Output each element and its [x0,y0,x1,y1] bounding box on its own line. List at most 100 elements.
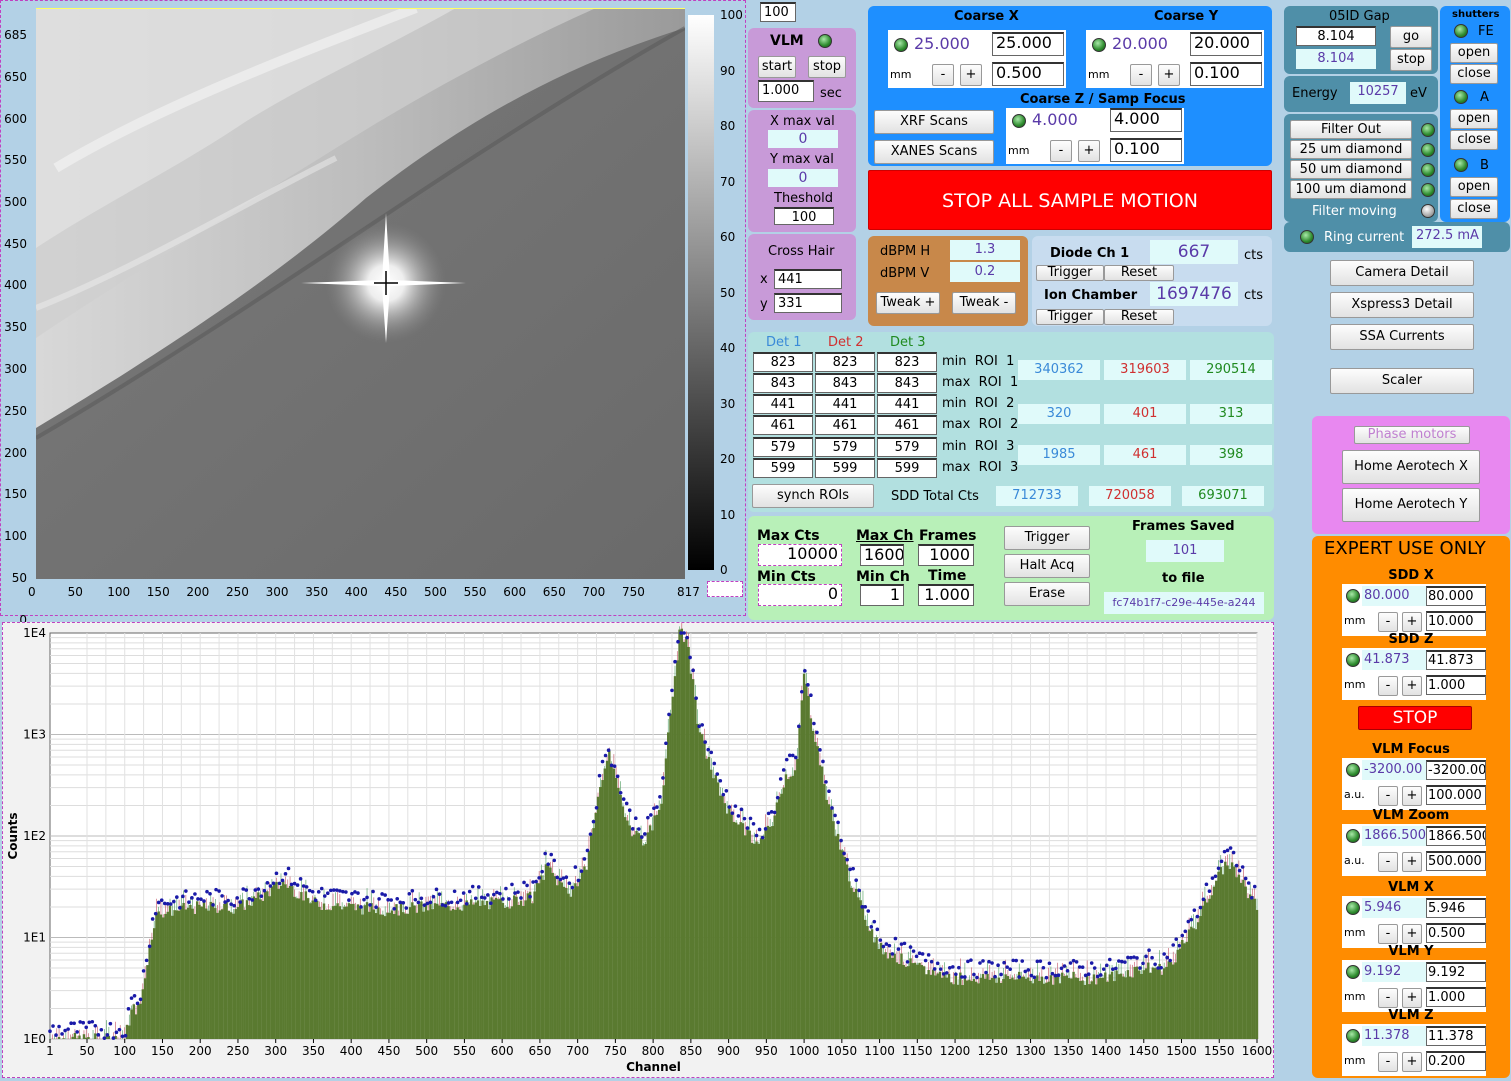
roi-field[interactable]: 461 [815,415,875,435]
spectrum-chart[interactable]: 1 50 100 150 200 250 300 350 400 450 500 550 600 650 7… [3,614,1273,1077]
expert-stop-button[interactable]: STOP [1358,706,1472,730]
expert-zoom-minus-button[interactable]: - [1378,852,1398,872]
colorbar-input[interactable] [707,581,743,597]
coarse-x-step[interactable]: 0.500 [992,62,1064,86]
expert-focus-plus-button[interactable]: + [1402,786,1422,806]
expert-vz-step[interactable]: 0.200 [1426,1051,1486,1071]
expert-vx-setpoint[interactable]: 5.946 [1426,898,1486,918]
ion-trigger-button[interactable]: Trigger [1036,309,1104,325]
erase-button[interactable]: Erase [1004,582,1090,606]
roi-field[interactable]: 441 [877,394,937,414]
coarse-x-setpoint[interactable]: 25.000 [992,32,1064,56]
fe-close-button[interactable]: close [1450,64,1498,84]
gap-go-button[interactable]: go [1390,26,1432,48]
coarse-x-plus-button[interactable]: + [960,64,982,86]
coarse-y-plus-button[interactable]: + [1158,64,1180,86]
filter-button[interactable]: 50 um diamond [1290,160,1412,179]
coarse-z-setpoint[interactable]: 4.000 [1110,108,1182,132]
a-open-button[interactable]: open [1450,109,1498,129]
time-field[interactable]: 1.000 [918,584,974,606]
acq-trigger-button[interactable]: Trigger [1004,526,1090,550]
expert-zoom-step[interactable]: 500.000 [1426,851,1486,871]
roi-field[interactable]: 441 [753,394,813,414]
roi-field[interactable]: 823 [877,352,937,372]
roi-field[interactable]: 823 [815,352,875,372]
home-aerotech-x-button[interactable]: Home Aerotech X [1342,450,1480,484]
phase-motors-button[interactable]: Phase motors [1354,426,1470,444]
max-cts-field[interactable]: 10000 [758,544,842,566]
roi-field[interactable]: 461 [753,415,813,435]
expert-sddx-plus-button[interactable]: + [1402,612,1422,632]
halt-acq-button[interactable]: Halt Acq [1004,554,1090,578]
expert-sddx-step[interactable]: 10.000 [1426,611,1486,631]
roi-field[interactable]: 843 [753,373,813,393]
roi-field[interactable]: 599 [877,458,937,478]
roi-field[interactable]: 461 [877,415,937,435]
xspress3-detail-button[interactable]: Xspress3 Detail [1330,292,1474,318]
expert-vy-step[interactable]: 1.000 [1426,987,1486,1007]
expert-vy-setpoint[interactable]: 9.192 [1426,962,1486,982]
expert-sddx-minus-button[interactable]: - [1378,612,1398,632]
roi-field[interactable]: 599 [815,458,875,478]
expert-focus-setpoint[interactable]: -3200.00 [1426,760,1486,780]
roi-field[interactable]: 599 [753,458,813,478]
gap-stop-button[interactable]: stop [1390,49,1432,71]
expert-vy-minus-button[interactable]: - [1378,988,1398,1008]
roi-field[interactable]: 441 [815,394,875,414]
expert-sddz-step[interactable]: 1.000 [1426,675,1486,695]
threshold-field[interactable]: 100 [774,207,834,225]
coarse-z-step[interactable]: 0.100 [1110,138,1182,162]
synch-rois-button[interactable]: synch ROIs [752,484,874,508]
expert-vx-step[interactable]: 0.500 [1426,923,1486,943]
tweak-plus-button[interactable]: Tweak + [876,292,940,314]
expert-sddz-plus-button[interactable]: + [1402,676,1422,696]
coarse-z-plus-button[interactable]: + [1078,140,1100,162]
ion-reset-button[interactable]: Reset [1104,309,1174,325]
expert-vx-minus-button[interactable]: - [1378,924,1398,944]
expert-zoom-plus-button[interactable]: + [1402,852,1422,872]
expert-vz-minus-button[interactable]: - [1378,1052,1398,1072]
expert-vy-plus-button[interactable]: + [1402,988,1422,1008]
fe-open-button[interactable]: open [1450,43,1498,63]
crosshair-y-spinbox[interactable]: 331 [774,293,842,313]
ssa-currents-button[interactable]: SSA Currents [1330,324,1474,350]
b-close-button[interactable]: close [1450,199,1498,219]
expert-vz-plus-button[interactable]: + [1402,1052,1422,1072]
xanes-scans-button[interactable]: XANES Scans [874,140,994,164]
coarse-y-minus-button[interactable]: - [1130,64,1152,86]
stop-all-motion-button[interactable]: STOP ALL SAMPLE MOTION [868,170,1272,230]
min-ch-field[interactable]: 1 [860,584,904,606]
camera-image[interactable] [36,8,685,579]
roi-field[interactable]: 579 [753,437,813,457]
expert-focus-step[interactable]: 100.000 [1426,785,1486,805]
roi-field[interactable]: 843 [877,373,937,393]
coarse-z-minus-button[interactable]: - [1050,140,1072,162]
expert-zoom-setpoint[interactable]: 1866.500 [1426,826,1486,846]
filter-button[interactable]: 25 um diamond [1290,140,1412,159]
vlm-stop-button[interactable]: stop [808,56,846,78]
roi-field[interactable]: 843 [815,373,875,393]
b-open-button[interactable]: open [1450,177,1498,197]
roi-field[interactable]: 579 [877,437,937,457]
roi-field[interactable]: 579 [815,437,875,457]
vlm-start-button[interactable]: start [758,56,796,78]
expert-focus-minus-button[interactable]: - [1378,786,1398,806]
camera-detail-button[interactable]: Camera Detail [1330,260,1474,286]
filter-button[interactable]: 100 um diamond [1290,180,1412,199]
crosshair-x-spinbox[interactable]: 441 [774,269,842,289]
xrf-scans-button[interactable]: XRF Scans [874,110,994,134]
coarse-y-step[interactable]: 0.100 [1190,62,1262,86]
min-cts-field[interactable]: 0 [758,584,842,606]
expert-vz-setpoint[interactable]: 11.378 [1426,1026,1486,1046]
expert-vx-plus-button[interactable]: + [1402,924,1422,944]
diode-trigger-button[interactable]: Trigger [1036,265,1104,281]
expert-sddz-minus-button[interactable]: - [1378,676,1398,696]
tweak-minus-button[interactable]: Tweak - [952,292,1016,314]
diode-reset-button[interactable]: Reset [1104,265,1174,281]
top-value-field[interactable]: 100 [760,2,796,22]
filter-button[interactable]: Filter Out [1290,120,1412,139]
coarse-y-setpoint[interactable]: 20.000 [1190,32,1262,56]
gap-setpoint[interactable]: 8.104 [1296,26,1376,46]
scaler-button[interactable]: Scaler [1330,368,1474,394]
a-close-button[interactable]: close [1450,130,1498,150]
